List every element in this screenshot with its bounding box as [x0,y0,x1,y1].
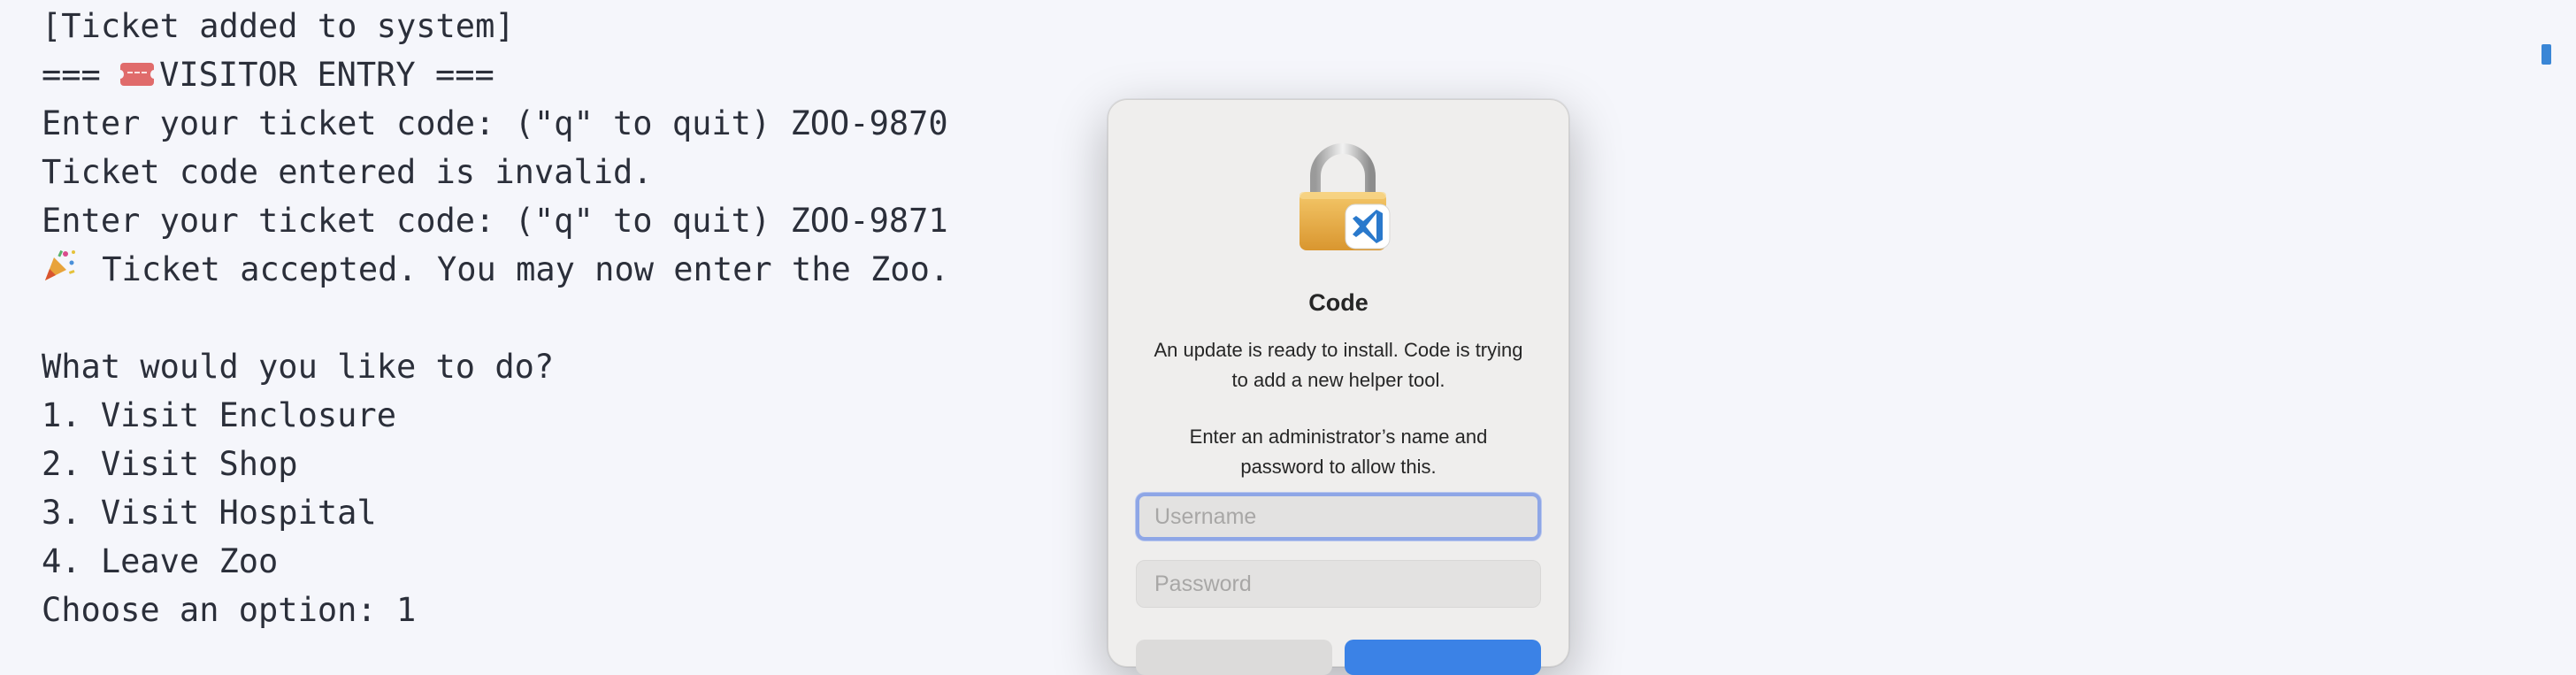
terminal-line: Enter your ticket code: ("q" to quit) ZO… [42,202,948,240]
terminal-line: 2. Visit Shop [42,445,298,483]
terminal-line: Enter your ticket code: ("q" to quit) ZO… [42,104,948,142]
cancel-button[interactable] [1136,640,1332,675]
terminal-line: 4. Leave Zoo [42,542,279,580]
lock-with-vscode-icon [1294,142,1392,253]
terminal-line: Ticket accepted. You may now enter the Z… [42,245,949,294]
modify-settings-button[interactable] [1345,640,1541,675]
terminal-line: Choose an option: 1 [42,591,417,629]
password-field[interactable] [1136,560,1541,608]
terminal-text: Ticket accepted. You may now enter the Z… [82,250,950,288]
terminal-line: 1. Visit Enclosure [42,396,396,434]
dialog-message: An update is ready to install. Code is t… [1154,339,1523,391]
terminal-text: VISITOR ENTRY === [159,56,494,94]
terminal-line: 3. Visit Hospital [42,494,377,532]
dialog-prompt: Enter an administrator’s name and passwo… [1189,426,1488,478]
party-popper-icon [42,247,77,295]
dialog-title: Code [1308,289,1368,316]
ticket-icon [117,62,158,86]
username-field[interactable] [1136,493,1541,541]
terminal-line: Ticket code entered is invalid. [42,153,653,191]
terminal-line: What would you like to do? [42,348,555,386]
terminal-output: [Ticket added to system] === VISITOR ENT… [42,2,949,634]
terminal-line: === VISITOR ENTRY === [42,50,949,99]
auth-dialog: Code An update is ready to install. Code… [1108,99,1569,675]
scrollbar-marker[interactable] [2542,44,2551,65]
terminal-line: [Ticket added to system] [42,7,515,45]
terminal-text: === [42,56,121,94]
